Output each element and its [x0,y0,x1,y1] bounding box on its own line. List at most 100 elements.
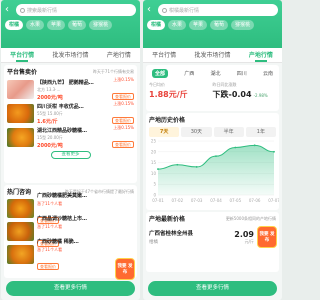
category-tab[interactable]: 柑橘 [5,20,24,30]
y-tick-label: 20 [151,149,157,154]
back-arrow-icon[interactable]: ‹ [5,4,13,16]
news-title: 广西晶调沙糖桔上市… [37,215,88,222]
price-change: 上涨0.15% [113,101,134,106]
tab-origin[interactable]: 产地行情 [107,48,131,63]
period-tab[interactable]: 1年 [245,127,276,137]
period-tab[interactable]: 7天 [149,127,180,137]
view-quote-button[interactable]: 查看报价 [37,262,59,270]
product-spec: 北方 13.3·… [37,86,61,92]
region-tab[interactable]: 广西 [184,70,194,77]
market-tabs: 平台行情 批发市场行情 产地行情 [143,48,282,63]
tab-platform[interactable]: 平台行情 [10,48,34,63]
price-change: 上涨0.15% [113,125,134,130]
region-tab[interactable]: 湖北 [210,70,220,77]
section-title: 产地最新价格 [149,216,186,223]
tab-wholesale[interactable]: 批发市场行情 [194,48,230,63]
right-screen: ‹ 柑橘最新行情 柑橘 水果 苹果 葡萄 猕猴桃 平台行情 批发市场行情 产地行… [143,0,282,300]
section-note: 更新5000条相同的产地行情 [225,215,276,221]
news-image [7,199,34,218]
price-change: 上涨0.15% [113,77,134,82]
list-item[interactable]: 湖北江西精品砂糖橘… 15型 20.00斤 2000元/吨 上涨0.15% 查看报价 [7,125,134,149]
category-tab[interactable]: 葡萄 [68,20,87,30]
data-point [176,163,179,166]
origin-product: 柑橘 [149,240,158,245]
category-tab[interactable]: 柑橘 [147,20,166,30]
news-tag: 涨了11个人看 [37,246,63,252]
category-tab[interactable]: 水果 [168,20,187,30]
price-history-section: 产地历史价格 7天 30天 半年 1年 25 20 15 10 5 0 07-01 07-02… [146,113,279,210]
tab-origin[interactable]: 产地行情 [249,48,273,63]
news-image [7,222,34,241]
publish-badge[interactable]: 我要 发布 [257,226,277,248]
price-history-chart: 25 20 15 10 5 007-01 07-02 07-03 07-04 07-05 07-06… [151,139,279,204]
category-tabs: 柑橘 水果 苹果 葡萄 猕猴桃 [5,20,136,30]
product-price: 2000元/吨 [37,94,63,101]
today-price-value: 1.88元/斤 [149,90,188,99]
category-tabs: 柑橘 水果 苹果 葡萄 猕猴桃 [147,20,278,30]
x-tick-label: 07-03 [191,198,203,203]
origin-summary-section: 全部 广西 湖北 四川 云南 今日均价 1.88元/斤 昨日同比涨跌 下跌-0.04… [146,65,279,111]
region-tab[interactable]: 云南 [263,70,273,77]
change-value: 下跌-0.04 [212,90,252,99]
header: ‹ 柑橘最新行情 柑橘 水果 苹果 葡萄 猕猴桃 [143,0,282,48]
search-icon [162,7,167,13]
region-tab[interactable]: 四川 [237,70,247,77]
section-title: 产地历史价格 [149,117,186,124]
list-item[interactable]: 【陕西九芒】 肥鹅精品… 北方 13.3·… 2000元/吨 上涨0.15% 查看报价 [7,77,134,101]
view-more-button[interactable]: 查看更多 [50,151,91,159]
product-image [7,104,34,123]
view-quote-button[interactable]: 查看报价 [112,93,134,100]
left-screen: ‹ 搜索最新行情 柑橘 水果 苹果 葡萄 猕猴桃 平台行情 批发市场行情 产地行… [1,0,140,300]
product-spec: 15型 20.00斤 [37,134,63,140]
product-price: 1.6元/斤 [37,118,58,125]
category-tab[interactable]: 水果 [26,20,45,30]
x-tick-label: 07-01 [152,198,164,203]
period-tab[interactable]: 半年 [213,127,244,137]
data-point [195,166,198,168]
data-point [253,144,256,147]
category-tab[interactable]: 葡萄 [210,20,229,30]
origin-region: 广西省桂林全州县 [149,231,194,237]
product-name: 四川沃柑 丰收优品… [37,103,84,110]
news-tag: 涨了11个人看 [37,223,63,229]
news-title: 广西砂糖橘肥美莫嫩… [37,192,88,199]
view-more-market-button[interactable]: 查看更多行情 [6,281,135,296]
search-input[interactable]: 柑橘最新行情 [158,4,278,16]
news-title: 广西砂糖橘 稀脆… [37,238,79,245]
product-image [7,80,34,99]
origin-price: 2.09 [234,229,254,239]
tab-platform[interactable]: 平台行情 [152,48,176,63]
market-tabs: 平台行情 批发市场行情 产地行情 [1,48,140,63]
search-placeholder: 柑橘最新行情 [169,7,200,14]
period-tabs: 7天 30天 半年 1年 [149,127,276,137]
y-tick-label: 5 [153,182,156,187]
y-tick-label: 10 [151,171,157,176]
category-tab[interactable]: 猕猴桃 [89,20,113,30]
change-row: 下跌-0.04 -2.98% [213,89,277,100]
view-more-market-button[interactable]: 查看更多行情 [148,281,277,296]
search-icon [20,7,25,13]
search-input[interactable]: 搜索最新行情 [16,4,136,16]
region-tabs: 全部 广西 湖北 四川 云南 [149,67,276,79]
hot-sale-section: 平台售卖价 昨天于71个行情有交易 【陕西九芒】 肥鹅精品… 北方 13.3·… 20… [4,65,137,183]
publish-badge[interactable]: 我要 发布 [115,258,135,280]
x-tick-label: 07-02 [172,198,184,203]
section-title: 平台售卖价 [7,69,38,76]
tab-wholesale[interactable]: 批发市场行情 [52,48,88,63]
list-item[interactable]: 四川沃柑 丰收优品… 55型 15.00斤 1.6元/斤 上涨0.15% 查看报价 [7,101,134,125]
header: ‹ 搜索最新行情 柑橘 水果 苹果 葡萄 猕猴桃 [1,0,140,48]
period-tab[interactable]: 30天 [181,127,212,137]
category-tab[interactable]: 猕猴桃 [231,20,255,30]
region-tab[interactable]: 全部 [152,68,169,78]
category-tab[interactable]: 苹果 [47,20,66,30]
category-tab[interactable]: 苹果 [189,20,208,30]
product-spec: 55型 15.00斤 [37,110,63,116]
series-area [158,145,274,195]
view-quote-button[interactable]: 查看报价 [112,141,134,148]
back-arrow-icon[interactable]: ‹ [147,4,155,16]
product-image [7,128,34,147]
change-label: 昨日同比涨跌 [212,82,237,87]
product-name: 【陕西九芒】 肥鹅精品… [37,79,94,86]
y-tick-label: 15 [151,160,157,165]
view-quote-button[interactable]: 查看报价 [112,117,134,124]
